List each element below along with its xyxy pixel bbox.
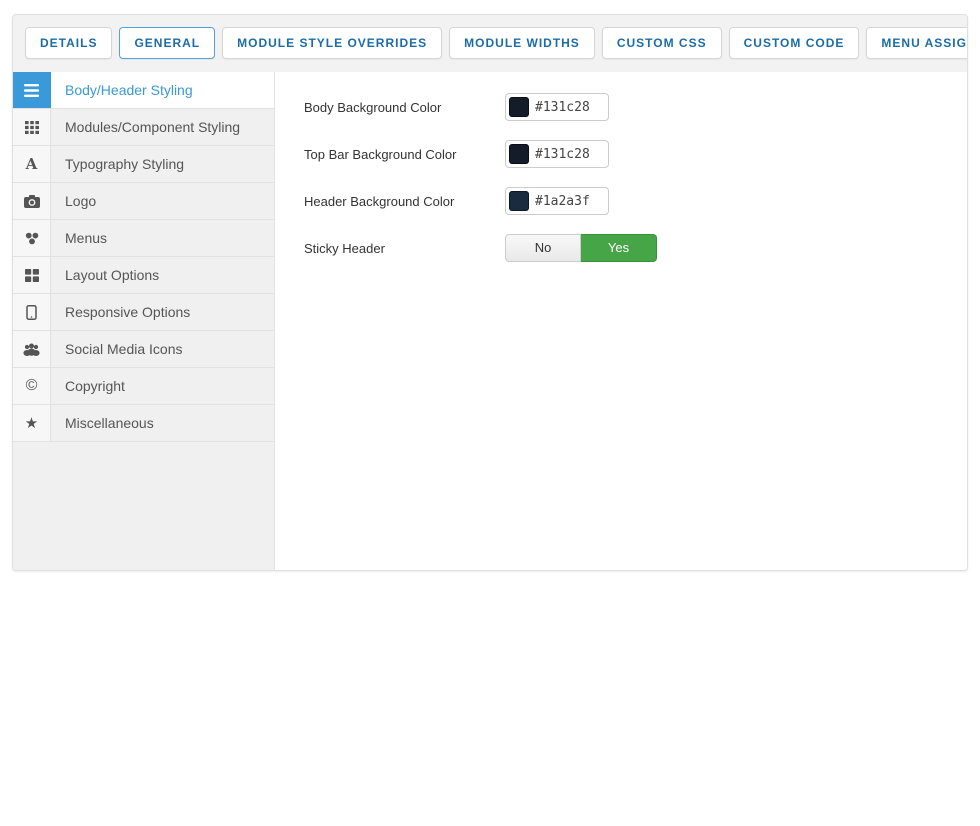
field-label: Header Background Color — [304, 194, 505, 209]
form-row-body-background-color: Body Background Color #131c28 — [304, 93, 967, 121]
color-swatch[interactable] — [509, 97, 529, 117]
sidebar-item-label: Social Media Icons — [51, 331, 274, 367]
form-row-sticky-header: Sticky Header No Yes — [304, 234, 967, 262]
general-settings-form: Body Background Color #131c28 Top Bar Ba… — [275, 72, 967, 570]
hamburger-icon — [13, 72, 51, 108]
tab-module-widths[interactable]: MODULE WIDTHS — [449, 27, 595, 59]
sidebar-item-label: Layout Options — [51, 257, 274, 293]
star-icon: ★ — [13, 405, 51, 441]
sidebar-item-label: Body/Header Styling — [51, 72, 274, 108]
tab-general[interactable]: GENERAL — [119, 27, 215, 59]
users-icon — [13, 331, 51, 367]
sidebar-item-label: Menus — [51, 220, 274, 256]
top-bar-background-color-input[interactable]: #131c28 — [505, 140, 609, 168]
tab-custom-code[interactable]: CUSTOM CODE — [729, 27, 860, 59]
sidebar-item-label: Logo — [51, 183, 274, 219]
sidebar-item-label: Typography Styling — [51, 146, 274, 182]
sticky-header-toggle: No Yes — [505, 234, 657, 262]
toggle-no-button[interactable]: No — [505, 234, 581, 262]
form-row-header-background-color: Header Background Color #1a2a3f — [304, 187, 967, 215]
sidebar-item-label: Responsive Options — [51, 294, 274, 330]
settings-sidebar: Body/Header Styling Modules/Component St… — [13, 72, 275, 570]
sidebar-item-social-media-icons[interactable]: Social Media Icons — [13, 331, 274, 368]
color-hex-value: #1a2a3f — [535, 194, 590, 209]
copyright-icon: © — [13, 368, 51, 404]
sidebar-item-modules-component-styling[interactable]: Modules/Component Styling — [13, 109, 274, 146]
cluster-icon — [13, 220, 51, 256]
font-icon: A — [13, 146, 51, 182]
field-label: Top Bar Background Color — [304, 147, 505, 162]
tab-bar: DETAILS GENERAL MODULE STYLE OVERRIDES M… — [13, 15, 967, 72]
toggle-yes-button[interactable]: Yes — [581, 234, 657, 262]
form-row-top-bar-background-color: Top Bar Background Color #131c28 — [304, 140, 967, 168]
color-swatch[interactable] — [509, 191, 529, 211]
sidebar-item-copyright[interactable]: © Copyright — [13, 368, 274, 405]
mobile-icon — [13, 294, 51, 330]
grid-icon — [13, 109, 51, 145]
field-label: Sticky Header — [304, 241, 505, 256]
settings-panel: DETAILS GENERAL MODULE STYLE OVERRIDES M… — [12, 14, 968, 571]
camera-icon — [13, 183, 51, 219]
sidebar-item-logo[interactable]: Logo — [13, 183, 274, 220]
sidebar-item-menus[interactable]: Menus — [13, 220, 274, 257]
color-hex-value: #131c28 — [535, 147, 590, 162]
layout-icon — [13, 257, 51, 293]
tab-module-style-overrides[interactable]: MODULE STYLE OVERRIDES — [222, 27, 442, 59]
tab-custom-css[interactable]: CUSTOM CSS — [602, 27, 722, 59]
sidebar-item-label: Modules/Component Styling — [51, 109, 274, 145]
sidebar-item-body-header-styling[interactable]: Body/Header Styling — [13, 72, 274, 109]
content-area: Body/Header Styling Modules/Component St… — [13, 72, 967, 570]
body-background-color-input[interactable]: #131c28 — [505, 93, 609, 121]
sidebar-item-responsive-options[interactable]: Responsive Options — [13, 294, 274, 331]
color-hex-value: #131c28 — [535, 100, 590, 115]
tab-details[interactable]: DETAILS — [25, 27, 112, 59]
header-background-color-input[interactable]: #1a2a3f — [505, 187, 609, 215]
sidebar-item-typography-styling[interactable]: A Typography Styling — [13, 146, 274, 183]
sidebar-item-label: Miscellaneous — [51, 405, 274, 441]
tab-menu-assignment[interactable]: MENU ASSIGNMENT — [866, 27, 968, 59]
color-swatch[interactable] — [509, 144, 529, 164]
sidebar-item-layout-options[interactable]: Layout Options — [13, 257, 274, 294]
sidebar-item-label: Copyright — [51, 368, 274, 404]
sidebar-item-miscellaneous[interactable]: ★ Miscellaneous — [13, 405, 274, 442]
field-label: Body Background Color — [304, 100, 505, 115]
